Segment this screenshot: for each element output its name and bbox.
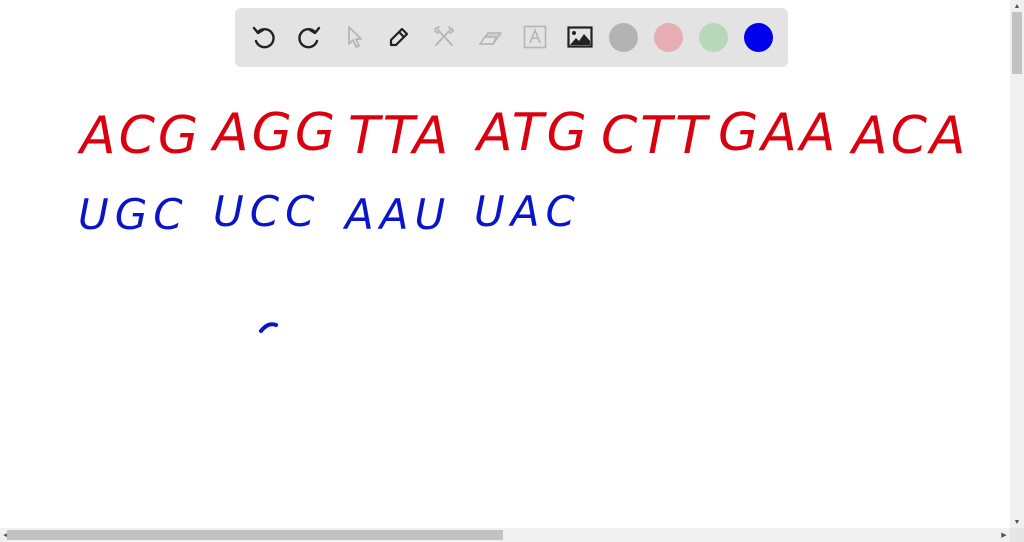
color-swatch-gray[interactable]: [609, 23, 638, 52]
text-tool-button[interactable]: [520, 22, 550, 52]
text-box-icon: [523, 25, 547, 49]
cursor-arrow-icon: [348, 26, 362, 48]
ink-layer: ACG AGG TTA ATG CTT GAA ACA UGC UCC AAU UAC: [77, 103, 968, 333]
eraser-icon: [478, 32, 502, 45]
codon-acg: ACG: [77, 106, 201, 166]
codon-aau: AAU: [342, 190, 451, 239]
scrollbar-corner: [1010, 528, 1024, 542]
drawing-toolbar: [235, 8, 788, 67]
select-tool-button[interactable]: [339, 22, 369, 52]
color-swatch-blue[interactable]: [744, 23, 773, 52]
whiteboard-canvas[interactable]: ACG AGG TTA ATG CTT GAA ACA UGC UCC AAU UAC: [0, 0, 1010, 528]
codon-ugc: UGC: [78, 190, 189, 239]
insert-image-button[interactable]: [565, 22, 595, 52]
redo-button[interactable]: [294, 22, 324, 52]
pencil-icon: [389, 27, 409, 47]
undo-icon: [252, 26, 275, 49]
tools-button[interactable]: [429, 22, 459, 52]
mrna-codon-row: UGC UCC AAU UAC: [78, 187, 581, 239]
crossed-tools-icon: [434, 26, 454, 46]
color-swatch-pink[interactable]: [654, 23, 683, 52]
codon-ctt: CTT: [601, 106, 711, 166]
undo-button[interactable]: [249, 22, 279, 52]
scroll-right-arrow-icon[interactable]: ▶: [998, 528, 1010, 542]
redo-icon: [298, 26, 321, 49]
codon-gaa: GAA: [718, 103, 838, 163]
dna-codon-row: ACG AGG TTA ATG CTT GAA ACA: [77, 103, 968, 166]
horizontal-scroll-thumb[interactable]: [7, 530, 503, 540]
image-icon: [567, 26, 593, 48]
scroll-up-arrow-icon[interactable]: ▲: [1010, 0, 1024, 12]
eraser-tool-button[interactable]: [475, 22, 505, 52]
horizontal-scrollbar[interactable]: ◀ ▶: [0, 528, 1010, 542]
stray-ink-stroke: [259, 322, 278, 333]
scroll-down-arrow-icon[interactable]: ▼: [1010, 516, 1024, 528]
codon-uac: UAC: [474, 187, 581, 236]
vertical-scrollbar[interactable]: ▲ ▼: [1010, 0, 1024, 528]
codon-aca: ACA: [849, 106, 968, 166]
color-swatch-green[interactable]: [699, 23, 728, 52]
codon-agg: AGG: [210, 103, 338, 163]
codon-atg: ATG: [474, 103, 590, 163]
pen-tool-button[interactable]: [384, 22, 414, 52]
vertical-scroll-thumb[interactable]: [1012, 12, 1022, 74]
codon-ucc: UCC: [213, 187, 320, 236]
codon-tta: TTA: [348, 106, 451, 166]
